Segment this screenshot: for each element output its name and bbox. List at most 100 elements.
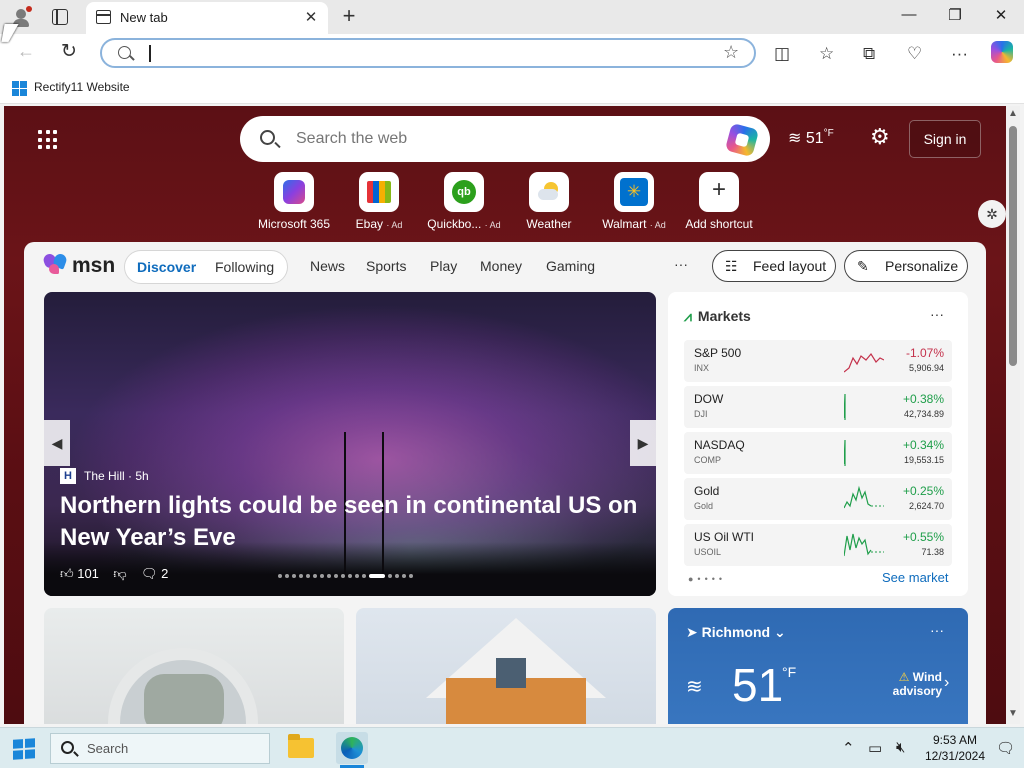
more-nav-button[interactable]: ··· <box>674 256 688 272</box>
markets-more-button[interactable]: ··· <box>930 306 944 322</box>
show-hidden-icons-chevron[interactable]: ⌃ <box>842 739 855 757</box>
walmart-icon: ✳ <box>620 178 648 206</box>
scroll-thumb[interactable] <box>1009 126 1017 366</box>
page-customize-icon[interactable]: ✲ <box>978 200 1006 228</box>
favorites-icon[interactable]: ☆ <box>819 44 834 64</box>
shortcut-add[interactable]: + Add shortcut <box>677 172 761 231</box>
bookmark-rectify11[interactable]: Rectify11 Website <box>34 80 130 94</box>
market-name: NASDAQ <box>694 438 745 452</box>
tab-actions-icon[interactable] <box>52 9 68 25</box>
market-row[interactable]: S&P 500 INX -1.07% 5,906.94 <box>684 340 952 382</box>
system-clock[interactable]: 9:53 AM 12/31/2024 <box>924 732 986 764</box>
nav-play[interactable]: Play <box>430 258 457 274</box>
dislike-icon[interactable]: 👎︎ <box>113 566 126 581</box>
minimize-button[interactable]: — <box>897 6 921 23</box>
address-bar[interactable]: ☆ <box>100 38 756 68</box>
market-row[interactable]: Gold Gold +0.25% 2,624.70 <box>684 478 952 520</box>
sign-in-button[interactable]: Sign in <box>909 120 981 158</box>
favorites-bar: Rectify11 Website <box>0 72 1024 104</box>
story-card-laundry[interactable] <box>44 608 344 724</box>
title-bar: New tab ✕ + — ❐ ✕ <box>0 0 1024 34</box>
copilot-icon[interactable] <box>724 122 760 158</box>
market-change: +0.25% <box>902 484 944 498</box>
weather-location[interactable]: ➤ Richmond ⌄ <box>686 624 786 641</box>
market-value: 71.38 <box>921 547 944 557</box>
weather-more-button[interactable]: ··· <box>930 622 944 638</box>
comment-icon[interactable]: 🗨︎ <box>141 566 158 581</box>
weather-widget[interactable]: ≋ 51°F <box>788 128 834 148</box>
tab-new-tab[interactable]: New tab ✕ <box>86 2 328 34</box>
msn-wordmark: msn <box>72 254 116 277</box>
nav-gaming[interactable]: Gaming <box>546 258 595 274</box>
split-screen-icon[interactable]: ◫ <box>774 44 790 64</box>
feed-layout-label: Feed layout <box>753 258 827 274</box>
market-change: +0.34% <box>902 438 944 452</box>
wind-advisory-alert[interactable]: ⚠ Wind advisory <box>882 670 942 698</box>
sparkline <box>844 439 846 466</box>
notifications-icon[interactable]: 🗨︎ <box>996 739 1015 757</box>
feed-mode-toggle: Discover Following <box>124 250 288 284</box>
market-row[interactable]: US Oil WTI USOIL +0.55% 71.38 <box>684 524 952 566</box>
app-launcher-icon[interactable] <box>38 130 58 150</box>
favorite-star-icon[interactable]: ☆ <box>723 42 739 63</box>
msn-butterfly-icon <box>41 252 69 278</box>
shortcut-quickbooks[interactable]: qb Quickbo... · Ad <box>422 172 506 231</box>
back-button[interactable]: ← <box>17 41 35 62</box>
feed-layout-button[interactable]: ☷ Feed layout <box>712 250 836 282</box>
copilot-icon[interactable] <box>991 41 1013 63</box>
nav-news[interactable]: News <box>310 258 345 274</box>
taskbar-search-placeholder: Search <box>87 741 129 756</box>
page-settings-gear-icon[interactable]: ⚙ <box>870 124 890 150</box>
close-window-button[interactable]: ✕ <box>989 6 1013 24</box>
close-tab-icon[interactable]: ✕ <box>302 8 320 26</box>
hero-story-card[interactable]: ◀ ▶ H The Hill · 5h Northern lights coul… <box>44 292 656 596</box>
refresh-button[interactable]: ↻ <box>61 40 77 63</box>
personalize-button[interactable]: ✎ Personalize <box>844 250 968 282</box>
nav-sports[interactable]: Sports <box>366 258 406 274</box>
start-button[interactable] <box>13 738 35 760</box>
shortcut-microsoft-365[interactable]: Microsoft 365 <box>252 172 336 231</box>
clock-time: 9:53 AM <box>932 733 978 747</box>
taskbar-search[interactable]: Search <box>50 733 270 764</box>
scroll-up-arrow[interactable]: ▲ <box>1008 108 1018 119</box>
restore-button[interactable]: ❐ <box>943 6 967 24</box>
carousel-next-button[interactable]: ▶ <box>630 420 656 466</box>
shortcut-walmart[interactable]: ✳ Walmart · Ad <box>592 172 676 231</box>
web-search-box[interactable]: Search the web <box>240 116 770 162</box>
markets-pager[interactable]: ●•••• <box>688 574 726 584</box>
network-icon[interactable]: ▭ <box>868 739 882 757</box>
shortcut-ebay[interactable]: Ebay · Ad <box>337 172 421 231</box>
story-headline[interactable]: Northern lights could be seen in contine… <box>60 490 640 554</box>
story-card-house[interactable] <box>356 608 656 724</box>
sparkline <box>844 393 846 420</box>
volume-icon[interactable]: 🔇︎ <box>896 739 905 756</box>
carousel-prev-button[interactable]: ◀ <box>44 420 70 466</box>
chevron-right-icon[interactable]: › <box>944 674 949 692</box>
collections-icon[interactable]: ⧉ <box>863 44 875 64</box>
like-icon[interactable]: 👍︎ <box>60 566 74 581</box>
settings-more-icon[interactable]: ··· <box>951 44 968 64</box>
weather-card[interactable]: ➤ Richmond ⌄ ··· ≋ 51 °F ⚠ Wind advisory… <box>668 608 968 724</box>
comment-count: 2 <box>161 566 169 581</box>
market-row[interactable]: NASDAQ COMP +0.34% 19,553.15 <box>684 432 952 474</box>
page-scrollbar[interactable]: ▲ ▼ <box>1006 106 1020 724</box>
browser-essentials-icon[interactable]: ♡ <box>907 44 922 64</box>
shortcut-weather[interactable]: Weather <box>507 172 591 231</box>
market-symbol: INX <box>694 363 710 373</box>
publisher-logo: H <box>60 468 76 484</box>
tab-following[interactable]: Following <box>215 259 274 275</box>
weather-icon <box>538 182 560 202</box>
new-tab-button[interactable]: + <box>338 3 360 29</box>
markets-title[interactable]: ⩘ Markets <box>684 308 751 325</box>
text-caret <box>149 45 151 62</box>
scroll-down-arrow[interactable]: ▼ <box>1008 708 1018 719</box>
see-market-link[interactable]: See market <box>882 570 948 585</box>
market-row[interactable]: DOW DJI +0.38% 42,734.89 <box>684 386 952 428</box>
carousel-indicator[interactable] <box>278 574 413 578</box>
edge-taskbar-icon[interactable] <box>336 732 368 764</box>
nav-money[interactable]: Money <box>480 258 522 274</box>
publisher-name[interactable]: The Hill · 5h <box>84 469 149 483</box>
tab-discover[interactable]: Discover <box>137 259 196 275</box>
location-arrow-icon: ➤ <box>686 624 698 640</box>
file-explorer-icon[interactable] <box>288 734 314 758</box>
